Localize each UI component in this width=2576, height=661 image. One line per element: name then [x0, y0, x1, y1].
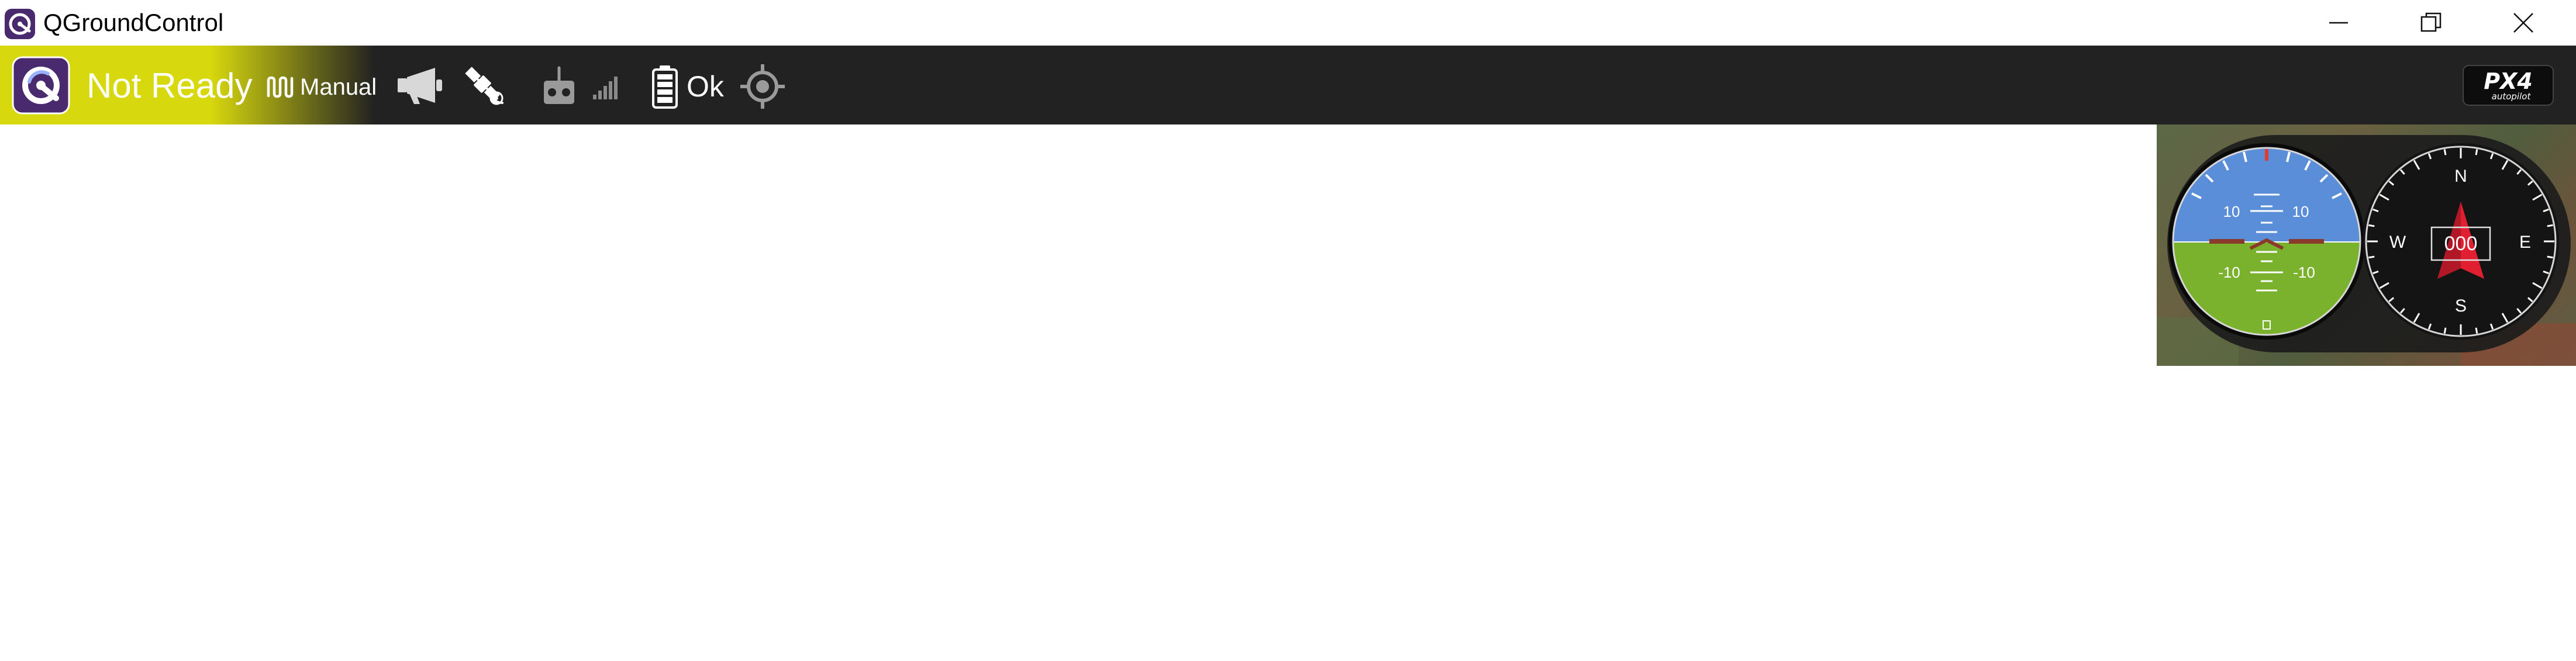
compass-west: W	[2389, 233, 2406, 252]
close-button[interactable]	[2477, 0, 2570, 46]
pitch-label: 10	[2223, 203, 2240, 220]
battery-icon[interactable]	[651, 64, 678, 109]
battery-status-label[interactable]: Ok	[687, 70, 724, 103]
compass-tick	[2443, 149, 2447, 155]
gps-target-icon[interactable]	[739, 63, 786, 110]
minimize-button[interactable]	[2292, 0, 2385, 46]
pitch-label: -10	[2218, 264, 2240, 281]
main-toolbar: Not Ready Manual Ok PX4 autopilot	[0, 46, 2576, 124]
compass-tick	[2368, 224, 2375, 227]
instrument-panel: 10 10 -10 -10 N S E W 000	[2157, 124, 2576, 366]
compass-tick	[2475, 149, 2478, 155]
pitch-label: -10	[2293, 264, 2315, 281]
compass-tick	[2547, 255, 2553, 259]
svg-text:PX4: PX4	[2484, 68, 2533, 94]
compass-east: E	[2519, 233, 2531, 252]
waveform-icon	[267, 76, 294, 98]
app-icon	[4, 8, 36, 40]
compass-tick	[2475, 327, 2478, 334]
flight-mode-selector[interactable]: Manual	[300, 74, 377, 101]
remote-control-icon[interactable]	[542, 65, 577, 106]
heading-readout: 000	[2444, 233, 2478, 255]
satellite-icon[interactable]	[460, 62, 509, 110]
vehicle-status-label[interactable]: Not Ready	[87, 67, 252, 105]
restore-button[interactable]	[2385, 0, 2477, 46]
window-title: QGroundControl	[43, 9, 224, 36]
compass-north: N	[2454, 167, 2467, 186]
px4-logo: PX4 autopilot	[2462, 63, 2554, 108]
compass-tick	[2368, 255, 2375, 259]
close-icon	[2513, 13, 2533, 33]
qgc-logo[interactable]	[12, 56, 70, 115]
minimize-icon	[2329, 22, 2348, 24]
compass-south: S	[2455, 296, 2467, 316]
megaphone-icon[interactable]	[396, 65, 444, 106]
pitch-label: 10	[2292, 203, 2309, 220]
window-title-bar: QGroundControl	[0, 0, 2576, 46]
restore-icon	[2420, 12, 2441, 32]
compass: N S E W 000	[2363, 143, 2559, 340]
signal-bars-icon	[592, 75, 619, 101]
compass-tick	[2443, 327, 2447, 334]
svg-text:autopilot: autopilot	[2492, 91, 2532, 102]
compass-tick	[2547, 224, 2553, 227]
